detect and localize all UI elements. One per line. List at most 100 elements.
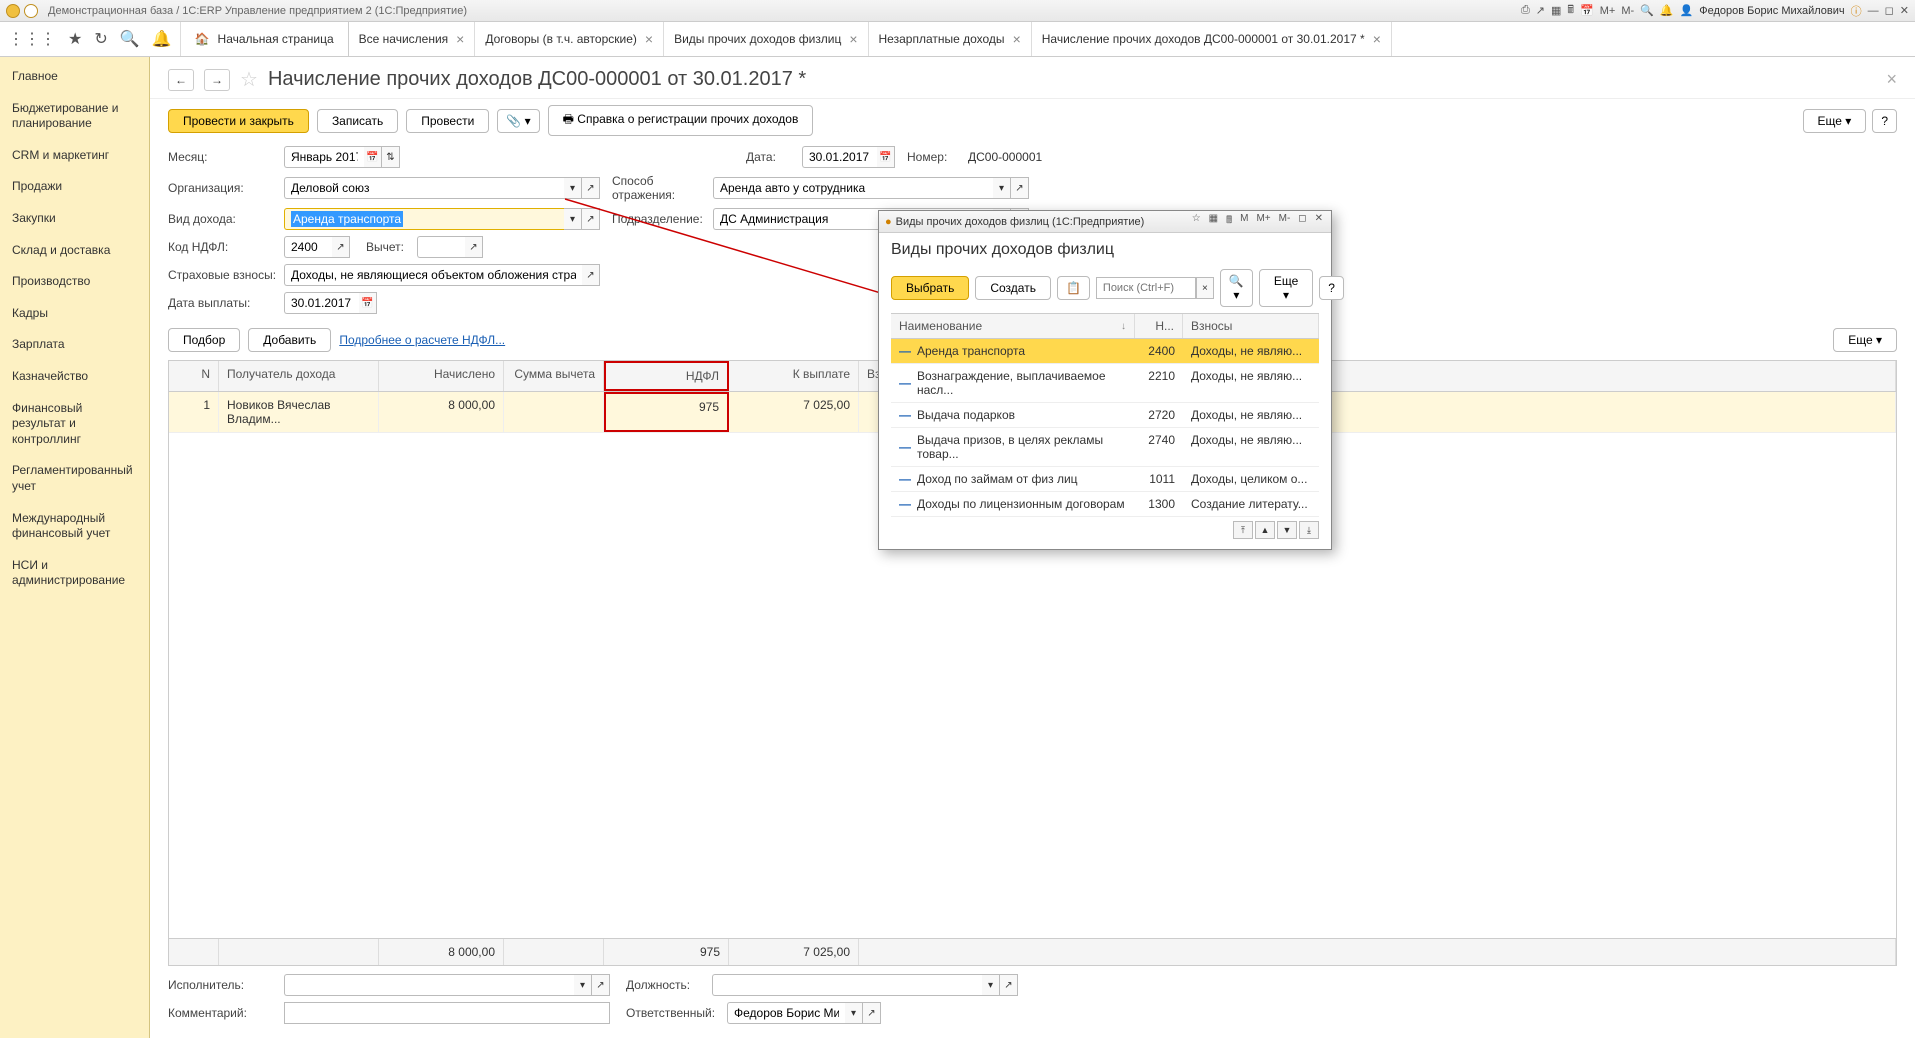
dropdown-icon[interactable]: ▾ xyxy=(982,974,1000,996)
popup-mminus-icon[interactable]: M- xyxy=(1277,213,1293,230)
list-item[interactable]: —Выдача призов, в целях рекламы товар...… xyxy=(891,428,1319,467)
sidebar-item-budgeting[interactable]: Бюджетирование и планирование xyxy=(0,93,149,140)
list-item[interactable]: —Доходы по лицензионным договорам 1300 С… xyxy=(891,492,1319,517)
sidebar-item-finresult[interactable]: Финансовый результат и контроллинг xyxy=(0,393,149,456)
popup-select-button[interactable]: Выбрать xyxy=(891,276,969,300)
popup-more-button[interactable]: Еще ▾ xyxy=(1259,269,1313,307)
popup-m-icon[interactable]: M xyxy=(1238,213,1250,230)
info-icon[interactable]: ⓘ xyxy=(1851,3,1862,19)
more-button[interactable]: Еще ▾ xyxy=(1803,109,1867,133)
col-ndfl[interactable]: НДФЛ xyxy=(604,361,729,391)
comment-input[interactable] xyxy=(284,1002,610,1024)
list-item[interactable]: —Выдача подарков 2720 Доходы, не являю..… xyxy=(891,403,1319,428)
tab-contracts[interactable]: Договоры (в т.ч. авторские)× xyxy=(475,22,664,56)
list-item[interactable]: —Вознаграждение, выплачиваемое насл... 2… xyxy=(891,364,1319,403)
search-tool-icon[interactable]: 🔍 xyxy=(120,29,140,49)
sidebar-item-salary[interactable]: Зарплата xyxy=(0,329,149,361)
month-input[interactable] xyxy=(284,146,364,168)
dropdown-icon[interactable]: ▾ xyxy=(574,974,592,996)
tab-non-salary[interactable]: Незарплатные доходы× xyxy=(869,22,1032,56)
add-button[interactable]: Добавить xyxy=(248,328,331,352)
popup-mplus-icon[interactable]: M+ xyxy=(1254,213,1272,230)
open-icon[interactable]: ↗ xyxy=(582,208,600,230)
responsible-input[interactable] xyxy=(727,1002,845,1024)
dropdown-icon[interactable]: ▾ xyxy=(564,177,582,199)
open-icon[interactable]: ↗ xyxy=(1000,974,1018,996)
tab-close-icon[interactable]: × xyxy=(1013,31,1021,47)
sidebar-item-nsi[interactable]: НСИ и администрирование xyxy=(0,550,149,597)
nav-up-icon[interactable]: ▲ xyxy=(1255,521,1275,539)
income-type-input[interactable]: Аренда транспорта xyxy=(284,208,564,230)
deduction-input[interactable] xyxy=(417,236,465,258)
user-name[interactable]: Федоров Борис Михайлович xyxy=(1699,5,1844,17)
reflect-input[interactable] xyxy=(713,177,993,199)
post-and-close-button[interactable]: Провести и закрыть xyxy=(168,109,309,133)
tab-close-icon[interactable]: × xyxy=(849,31,857,47)
popup-col-name[interactable]: Наименование↓ xyxy=(891,314,1135,338)
open-icon[interactable]: ↗ xyxy=(863,1002,881,1024)
sidebar-item-purchases[interactable]: Закупки xyxy=(0,203,149,235)
print-icon[interactable]: ⎙ xyxy=(1521,4,1530,17)
popup-create-button[interactable]: Создать xyxy=(975,276,1051,300)
tab-income-types[interactable]: Виды прочих доходов физлиц× xyxy=(664,22,868,56)
popup-col-insurance[interactable]: Взносы xyxy=(1183,314,1319,338)
calc-icon[interactable]: 🖩 xyxy=(1567,1,1574,20)
back-button[interactable]: ← xyxy=(168,69,194,91)
popup-search-button[interactable]: 🔍 ▾ xyxy=(1220,269,1253,307)
tab-close-icon[interactable]: × xyxy=(645,31,653,47)
save-button[interactable]: Записать xyxy=(317,109,398,133)
sidebar-item-treasury[interactable]: Казначейство xyxy=(0,361,149,393)
open-icon[interactable]: ↗ xyxy=(592,974,610,996)
popup-restore-icon[interactable]: ◻ xyxy=(1296,213,1308,230)
tab-close-icon[interactable]: × xyxy=(1373,31,1381,47)
ndfl-details-link[interactable]: Подробнее о расчете НДФЛ... xyxy=(339,333,505,347)
tab-current-doc[interactable]: Начисление прочих доходов ДС00-000001 от… xyxy=(1032,22,1392,56)
org-input[interactable] xyxy=(284,177,564,199)
bell-icon[interactable]: 🔔 xyxy=(1660,4,1674,17)
col-number[interactable]: N xyxy=(169,361,219,391)
popup-copy-button[interactable]: 📋 xyxy=(1057,276,1090,300)
dropdown-icon[interactable]: ▾ xyxy=(993,177,1011,199)
nav-first-icon[interactable]: ⤒ xyxy=(1233,521,1253,539)
favorite-star-icon[interactable]: ☆ xyxy=(240,67,258,92)
grid-icon[interactable]: ▦ xyxy=(1551,4,1561,17)
executor-input[interactable] xyxy=(284,974,574,996)
m-minus-icon[interactable]: M- xyxy=(1621,5,1634,17)
close-doc-icon[interactable]: × xyxy=(1886,69,1897,90)
attach-button[interactable]: 📎 ▾ xyxy=(497,109,539,133)
col-accrued[interactable]: Начислено xyxy=(379,361,504,391)
open-icon[interactable]: ↗ xyxy=(465,236,483,258)
col-deduction[interactable]: Сумма вычета xyxy=(504,361,604,391)
apps-icon[interactable]: ⋮⋮⋮ xyxy=(8,29,56,49)
print-reference-button[interactable]: 🖶 Справка о регистрации прочих доходов xyxy=(548,105,814,136)
sidebar-item-intl[interactable]: Международный финансовый учет xyxy=(0,503,149,550)
user-icon[interactable]: 👤 xyxy=(1680,4,1694,17)
sidebar-item-main[interactable]: Главное xyxy=(0,61,149,93)
popup-help-button[interactable]: ? xyxy=(1319,276,1344,300)
post-button[interactable]: Провести xyxy=(406,109,489,133)
m-plus-icon[interactable]: M+ xyxy=(1600,5,1616,17)
star-icon[interactable]: ★ xyxy=(68,29,82,49)
spinner-icon[interactable]: ⇅ xyxy=(382,146,400,168)
open-icon[interactable]: ↗ xyxy=(1011,177,1029,199)
list-item[interactable]: —Доход по займам от физ лиц 1011 Доходы,… xyxy=(891,467,1319,492)
calendar-icon[interactable]: 📅 xyxy=(877,146,895,168)
pick-button[interactable]: Подбор xyxy=(168,328,240,352)
popup-search-input[interactable] xyxy=(1096,277,1196,299)
maximize-icon[interactable]: ◻ xyxy=(1885,4,1894,17)
forward-button[interactable]: → xyxy=(204,69,230,91)
sidebar-item-sales[interactable]: Продажи xyxy=(0,171,149,203)
paydate-input[interactable] xyxy=(284,292,359,314)
popup-fav-icon[interactable]: ☆ xyxy=(1190,213,1203,230)
nav-down-icon[interactable]: ▼ xyxy=(1277,521,1297,539)
calendar-icon[interactable]: 📅 xyxy=(1580,4,1594,17)
nav-last-icon[interactable]: ⤓ xyxy=(1299,521,1319,539)
popup-close-icon[interactable]: ✕ xyxy=(1313,213,1325,230)
col-recipient[interactable]: Получатель дохода xyxy=(219,361,379,391)
open-icon[interactable]: ↗ xyxy=(582,177,600,199)
list-item[interactable]: —Аренда транспорта 2400 Доходы, не являю… xyxy=(891,339,1319,364)
sidebar-item-warehouse[interactable]: Склад и доставка xyxy=(0,235,149,267)
search-icon[interactable]: 🔍 xyxy=(1640,4,1654,17)
nav-icon[interactable]: ↗ xyxy=(1536,4,1545,17)
notifications-icon[interactable]: 🔔 xyxy=(152,29,172,49)
